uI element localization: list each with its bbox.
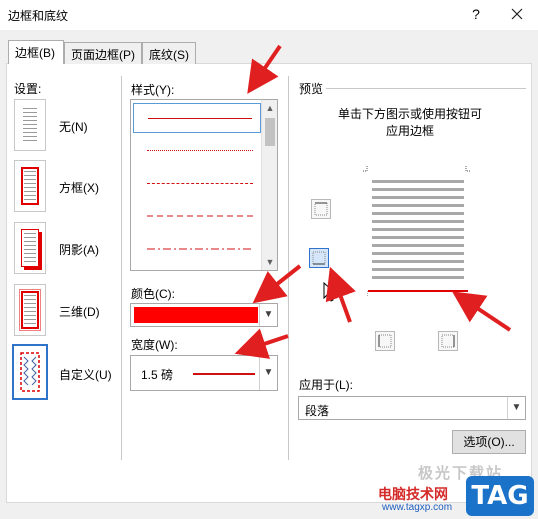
color-dropdown[interactable]: ▼ xyxy=(130,303,278,327)
style-listbox[interactable]: ▲ ▼ xyxy=(130,99,278,271)
close-icon xyxy=(511,8,523,20)
style-item-dashed[interactable] xyxy=(133,202,261,232)
title-bar xyxy=(0,0,538,30)
corner-mark-tl xyxy=(362,166,368,172)
help-button[interactable]: ? xyxy=(466,4,486,24)
scroll-thumb[interactable] xyxy=(265,118,275,146)
width-value: 1.5 磅 xyxy=(141,368,174,382)
corner-mark-bl xyxy=(367,291,368,296)
chevron-down-icon: ▼ xyxy=(259,304,277,326)
left-border-button[interactable] xyxy=(375,331,395,351)
preset-box-icon xyxy=(21,167,39,205)
preview-hint-line-2: 应用边框 xyxy=(385,124,434,138)
right-border-button[interactable] xyxy=(438,331,458,351)
border-bottom-icon xyxy=(312,251,326,265)
preset-shadow-button[interactable] xyxy=(14,222,46,274)
watermark-site-name: 电脑技术网 xyxy=(378,486,448,502)
preset-none-label[interactable]: 无(N) xyxy=(59,118,88,135)
corner-mark-tr xyxy=(465,166,471,172)
scroll-down-icon[interactable]: ▼ xyxy=(262,254,278,270)
bottom-border-button[interactable] xyxy=(309,248,329,268)
window-title: 边框和底纹 xyxy=(8,9,69,23)
color-heading: 颜色(C): xyxy=(131,287,175,301)
watermark-url: www.tagxp.com xyxy=(382,502,453,513)
scroll-up-icon[interactable]: ▲ xyxy=(262,100,278,116)
preset-shadow-label[interactable]: 阴影(A) xyxy=(59,241,99,258)
preview-bottom-border xyxy=(368,290,468,292)
preview-heading: 预览 xyxy=(299,82,324,96)
tab-borders[interactable]: 边框(B) xyxy=(8,40,64,64)
tag-logo: TAG xyxy=(466,476,534,516)
border-right-icon xyxy=(441,334,455,348)
dashed-line-sample xyxy=(147,215,253,217)
preset-3d-icon xyxy=(19,289,41,331)
preset-custom-label[interactable]: 自定义(U) xyxy=(59,366,112,383)
color-swatch xyxy=(134,307,258,323)
divider-right xyxy=(288,76,289,460)
apply-to-value: 段落 xyxy=(305,404,330,418)
tab-page-border[interactable]: 页面边框(P) xyxy=(64,42,142,64)
preset-none-button[interactable] xyxy=(14,99,46,151)
style-item-dash-dot[interactable] xyxy=(133,235,261,265)
preset-shadow-icon xyxy=(21,229,39,267)
style-item-solid[interactable] xyxy=(133,103,261,133)
apply-to-heading: 应用于(L): xyxy=(299,378,354,392)
preset-custom-icon xyxy=(20,352,40,392)
border-left-icon xyxy=(378,334,392,348)
border-top-icon xyxy=(314,202,328,216)
preset-box-label[interactable]: 方框(X) xyxy=(59,179,99,196)
preview-hint: 单击下方图示或使用按钮可 应用边框 xyxy=(300,106,520,140)
style-scrollbar[interactable]: ▲ ▼ xyxy=(261,100,277,270)
width-line-sample xyxy=(193,373,255,375)
preset-box-button[interactable] xyxy=(14,160,46,212)
divider-left xyxy=(121,76,122,460)
style-heading: 样式(Y): xyxy=(131,83,175,97)
preview-hint-line-1: 单击下方图示或使用按钮可 xyxy=(337,107,482,121)
close-button[interactable] xyxy=(505,2,529,26)
preset-3d-label[interactable]: 三维(D) xyxy=(59,303,100,320)
width-dropdown[interactable]: 1.5 磅 ▼ xyxy=(130,355,278,391)
chevron-down-icon: ▼ xyxy=(507,397,525,419)
width-heading: 宽度(W): xyxy=(131,338,178,352)
apply-to-dropdown[interactable]: 段落 ▼ xyxy=(298,396,526,420)
top-border-button[interactable] xyxy=(311,199,331,219)
tab-shading[interactable]: 底纹(S) xyxy=(142,42,196,64)
chevron-down-icon: ▼ xyxy=(259,356,277,390)
options-button[interactable]: 选项(O)... xyxy=(452,430,526,454)
mouse-cursor-icon xyxy=(323,282,337,302)
style-item-dotted[interactable] xyxy=(133,136,261,166)
dash-dot-line-sample xyxy=(147,248,253,250)
corner-mark-br xyxy=(464,291,465,296)
preset-3d-button[interactable] xyxy=(14,284,46,336)
preset-custom-button[interactable] xyxy=(12,344,48,400)
settings-heading: 设置: xyxy=(14,82,42,96)
preview-heading-rule xyxy=(326,88,526,89)
style-item-dashed-small[interactable] xyxy=(133,169,261,199)
preset-none-icon xyxy=(21,106,39,144)
